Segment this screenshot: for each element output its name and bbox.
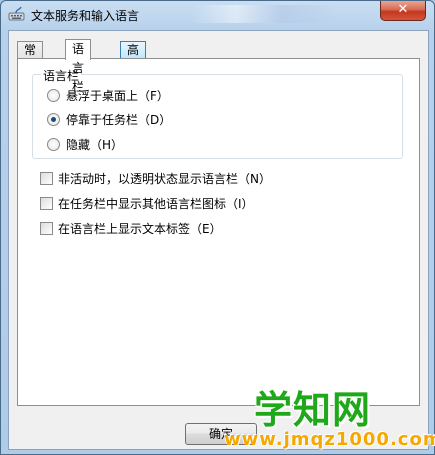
checkbox-box[interactable]: [40, 222, 53, 235]
radio-float-on-desktop[interactable]: 悬浮于桌面上（F）: [47, 88, 169, 104]
radio-button-selected[interactable]: [47, 113, 60, 126]
checkbox-label: 在任务栏中显示其他语言栏图标（I）: [58, 197, 254, 211]
close-button[interactable]: ✕: [380, 1, 426, 21]
radio-button[interactable]: [47, 89, 60, 102]
checkbox-show-text-labels[interactable]: 在语言栏上显示文本标签（E）: [40, 221, 222, 237]
radio-label: 隐藏（H）: [66, 138, 124, 152]
tab-language-bar[interactable]: 语言栏: [65, 39, 92, 94]
checkbox-show-extra-icons[interactable]: 在任务栏中显示其他语言栏图标（I）: [40, 196, 254, 212]
checkbox-box[interactable]: [40, 172, 53, 185]
window-title: 文本服务和输入语言: [31, 9, 140, 23]
keyboard-app-icon: [8, 6, 26, 22]
checkbox-label: 在语言栏上显示文本标签（E）: [58, 222, 222, 236]
watermark-title: 学知网: [254, 388, 372, 432]
radio-dock-in-taskbar[interactable]: 停靠于任务栏（D）: [47, 112, 171, 128]
checkbox-label: 非活动时，以透明状态显示语言栏（N）: [58, 172, 271, 186]
checkbox-box[interactable]: [40, 197, 53, 210]
dialog-window: 文本服务和输入语言 ✕ 常规 语言栏 高级键设置 语言栏 悬浮于桌面上（F） 停…: [0, 0, 435, 455]
watermark-url: www.jmqz1000.com: [224, 429, 435, 450]
title-bar[interactable]: 文本服务和输入语言 ✕: [1, 1, 434, 29]
tab-general[interactable]: 常规: [17, 41, 44, 74]
radio-button[interactable]: [47, 138, 60, 151]
tab-panel-language-bar: 语言栏 悬浮于桌面上（F） 停靠于任务栏（D） 隐藏（H） 非活动时，以透明状态…: [17, 58, 420, 406]
site-watermark: 学知网 www.jmqz1000.com: [216, 379, 435, 454]
radio-label: 停靠于任务栏（D）: [66, 113, 172, 127]
tab-advanced-key-settings[interactable]: 高级键设置: [120, 41, 147, 125]
title-bar-blur: [191, 5, 341, 23]
checkbox-transparent-when-inactive[interactable]: 非活动时，以透明状态显示语言栏（N）: [40, 171, 271, 187]
radio-hidden[interactable]: 隐藏（H）: [47, 137, 123, 153]
language-bar-groupbox: 语言栏 悬浮于桌面上（F） 停靠于任务栏（D） 隐藏（H）: [32, 67, 403, 159]
